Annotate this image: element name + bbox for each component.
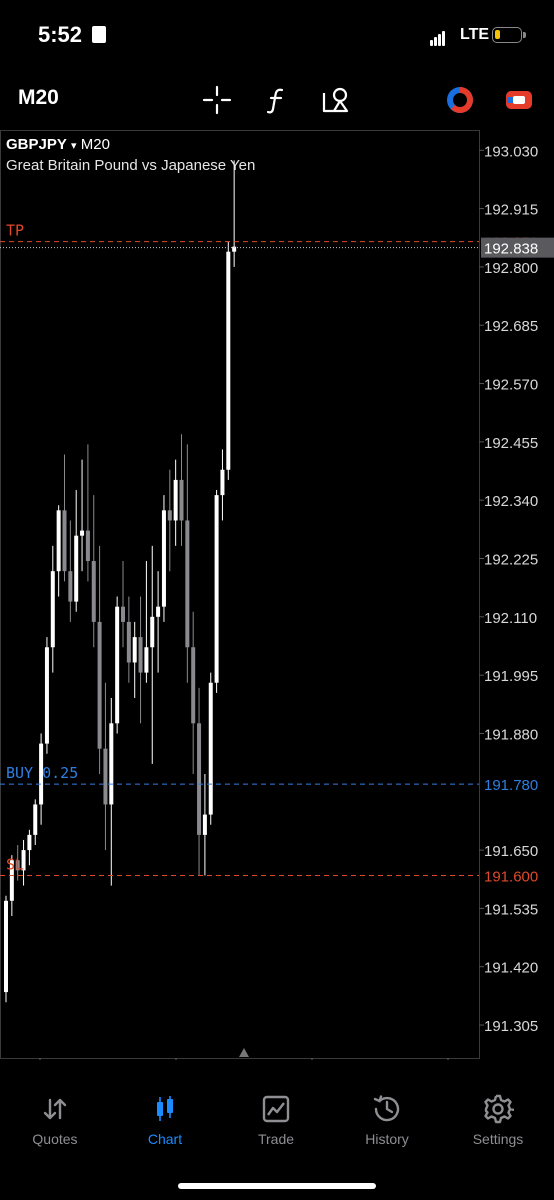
candle-body: [50, 571, 55, 648]
candle-body: [115, 606, 120, 724]
price-label: 191.305: [484, 1018, 538, 1035]
price-label: 192.800: [484, 260, 538, 277]
quotes-arrows-icon: [0, 1093, 110, 1125]
candle-body: [74, 535, 79, 602]
tab-settings-label: Settings: [472, 1131, 524, 1147]
candle-body: [197, 723, 202, 835]
candle-body: [33, 804, 38, 835]
candle-body: [138, 637, 143, 673]
tp-line-label: TP: [6, 222, 24, 240]
candle-body: [103, 748, 108, 805]
price-label: 191.650: [484, 843, 538, 860]
price-label: 192.570: [484, 377, 538, 394]
history-clock-icon: [332, 1093, 442, 1125]
candlestick-icon: [110, 1093, 220, 1125]
candle-body: [80, 530, 85, 536]
indicators-f-icon[interactable]: [261, 84, 293, 116]
candle-body: [68, 571, 73, 602]
tab-quotes-label: Quotes: [32, 1131, 78, 1147]
price-label: 192.110: [484, 610, 537, 627]
candle-body: [44, 647, 49, 744]
candlestick-chart[interactable]: 193.030 192.915 192.800 192.685 192.570 192.4…: [0, 130, 554, 1060]
price-chart[interactable]: 193.030 192.915 192.800 192.685 192.570 192.4…: [0, 130, 554, 1060]
tab-chart[interactable]: Chart: [110, 1093, 220, 1147]
status-time: 5:52: [38, 22, 83, 47]
candle-body: [4, 900, 8, 993]
candle-body: [85, 530, 90, 562]
tab-quotes[interactable]: Quotes: [0, 1093, 110, 1147]
tab-trade-label: Trade: [257, 1131, 295, 1147]
home-indicator: [178, 1183, 376, 1189]
candle-body: [185, 520, 190, 648]
battery-icon: [492, 27, 526, 43]
current-price-label: 192.838: [484, 241, 538, 258]
signal-icon: [430, 28, 446, 46]
signals-icon[interactable]: [444, 84, 476, 116]
candle-body: [121, 606, 125, 622]
candle-body: [167, 510, 172, 521]
candle-body: [97, 621, 102, 749]
buy-line-label: BUY 0.25: [6, 764, 78, 782]
symbol-name: GBPJPY: [6, 136, 67, 153]
price-label: 192.340: [484, 493, 538, 510]
candle-body: [179, 479, 184, 521]
price-label: 192.915: [484, 202, 538, 219]
price-label: 192.225: [484, 552, 538, 569]
trade-chart-icon: [221, 1093, 331, 1125]
candle-body: [208, 682, 213, 815]
price-label: 191.420: [484, 960, 538, 977]
price-label: 193.030: [484, 143, 538, 160]
chevron-down-icon: ▾: [71, 140, 77, 152]
symbol-description: Great Britain Pound vs Japanese Yen: [6, 157, 256, 174]
network-type: LTE: [460, 26, 490, 43]
tab-history[interactable]: History: [332, 1093, 442, 1147]
settings-gear-icon: [443, 1093, 553, 1125]
tab-trade[interactable]: Trade: [221, 1093, 331, 1147]
candle-body: [126, 621, 131, 663]
price-label: 191.535: [484, 901, 538, 918]
candle-body: [27, 834, 32, 851]
candle-body: [220, 469, 225, 496]
candle-body: [161, 510, 166, 607]
price-label: 192.685: [484, 318, 538, 335]
candle-body: [150, 616, 155, 648]
price-label: 191.880: [484, 726, 538, 743]
tab-bar: Quotes Chart Trade History Settings: [0, 1085, 554, 1165]
objects-icon[interactable]: [320, 84, 352, 116]
candle-body: [132, 637, 137, 663]
buy-line-price: 191.780: [484, 777, 538, 794]
candle-body: [62, 510, 67, 572]
tab-history-label: History: [365, 1131, 409, 1147]
document-icon: [92, 26, 106, 43]
candle-body: [56, 510, 61, 572]
crosshair-icon[interactable]: [201, 84, 233, 116]
tab-settings[interactable]: Settings: [443, 1093, 553, 1147]
sl-line-label: SL: [6, 855, 24, 873]
scroll-marker: [239, 1048, 249, 1057]
tab-chart-label: Chart: [147, 1131, 183, 1147]
symbol-timeframe: M20: [80, 136, 110, 153]
candle-body: [202, 814, 207, 835]
trade-toggle-icon[interactable]: [503, 84, 535, 116]
price-label: 192.455: [484, 435, 538, 452]
candle-body: [226, 251, 231, 470]
candle-body: [144, 647, 149, 673]
price-label: 191.995: [484, 668, 538, 685]
candle-body: [109, 723, 114, 805]
candle-body: [91, 561, 96, 622]
candle-body: [191, 647, 196, 724]
candle-body: [156, 606, 161, 617]
chart-toolbar: M20: [0, 70, 554, 128]
sl-line-price: 191.600: [484, 868, 538, 885]
candle-body: [173, 479, 178, 521]
candle-body: [214, 495, 219, 683]
chart-symbol[interactable]: GBPJPY ▾ M20: [6, 136, 110, 153]
timeframe-button[interactable]: M20: [18, 86, 59, 110]
status-bar: 5:52 LTE: [0, 0, 554, 70]
